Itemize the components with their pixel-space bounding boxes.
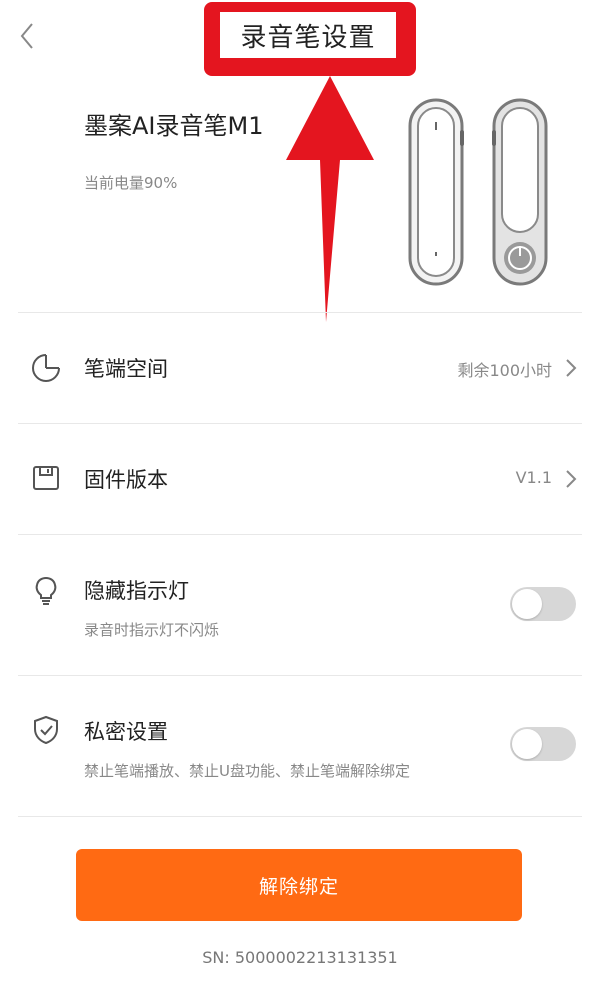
toggle-knob xyxy=(512,589,542,619)
firmware-label: 固件版本 xyxy=(84,468,168,492)
shield-check-icon xyxy=(34,715,58,745)
hide-indicator-row: 隐藏指示灯 录音时指示灯不闪烁 xyxy=(0,535,600,675)
recorder-pen-illustration xyxy=(408,98,548,286)
annotation-arrow-icon xyxy=(286,76,374,322)
back-button[interactable] xyxy=(12,18,42,54)
chevron-left-icon xyxy=(20,23,33,49)
chevron-right-icon xyxy=(566,470,577,488)
privacy-label: 私密设置 xyxy=(84,720,168,744)
pie-chart-icon xyxy=(32,354,60,382)
firmware-row[interactable]: 固件版本 V1.1 xyxy=(0,424,600,534)
hide-indicator-label: 隐藏指示灯 xyxy=(84,579,189,603)
serial-number: SN: 5000002213131351 xyxy=(202,948,398,967)
device-name: 墨案AI录音笔M1 xyxy=(84,112,264,140)
firmware-value: V1.1 xyxy=(515,468,552,487)
toggle-knob xyxy=(512,729,542,759)
privacy-toggle[interactable] xyxy=(510,727,576,761)
title-highlight-annotation: 录音笔设置 xyxy=(204,2,416,76)
page-title: 录音笔设置 xyxy=(240,22,376,53)
floppy-disk-icon xyxy=(33,466,59,490)
privacy-row: 私密设置 禁止笔端播放、禁止U盘功能、禁止笔端解除绑定 xyxy=(0,676,600,816)
storage-row[interactable]: 笔端空间 剩余100小时 xyxy=(0,313,600,423)
settings-page: 录音笔设置 墨案AI录音笔M1 当前电量90% 笔端空间 剩余100小时 固件版… xyxy=(0,0,600,1000)
storage-value: 剩余100小时 xyxy=(457,361,552,380)
privacy-description: 禁止笔端播放、禁止U盘功能、禁止笔端解除绑定 xyxy=(84,762,410,780)
chevron-right-icon xyxy=(566,359,577,377)
hide-indicator-description: 录音时指示灯不闪烁 xyxy=(84,621,220,639)
hide-indicator-toggle[interactable] xyxy=(510,587,576,621)
title-box: 录音笔设置 xyxy=(220,12,396,58)
divider xyxy=(18,816,582,817)
lightbulb-icon xyxy=(35,576,57,605)
unbind-button[interactable]: 解除绑定 xyxy=(76,849,522,921)
storage-label: 笔端空间 xyxy=(84,357,168,381)
battery-status: 当前电量90% xyxy=(84,174,178,192)
